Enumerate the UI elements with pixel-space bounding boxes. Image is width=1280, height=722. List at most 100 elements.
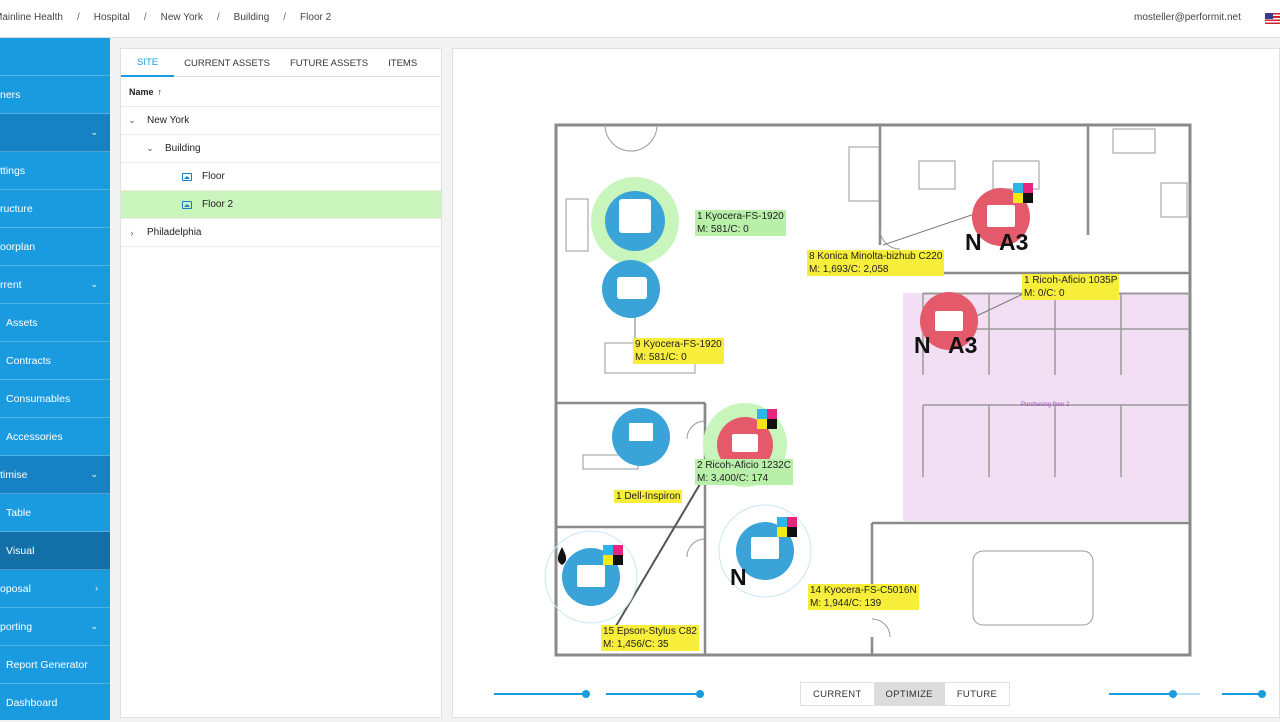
marker-a3: A3: [999, 229, 1029, 255]
slider-knob[interactable]: [1258, 690, 1266, 698]
sidebar-item-optimise[interactable]: timise ⌄: [0, 456, 110, 494]
device-label[interactable]: 2 Ricoh-Aficio 1232C M: 3,400/C: 174: [695, 459, 793, 485]
sidebar-item-group[interactable]: ⌄: [0, 114, 110, 152]
device-meta: M: 1,456/C: 35: [603, 639, 669, 650]
sidebar-item-partners[interactable]: ners: [0, 76, 110, 114]
sidebar-item-label: Dashboard: [6, 697, 58, 709]
sidebar-item-contracts[interactable]: Contracts: [0, 342, 110, 380]
chevron-down-icon: ⌄: [90, 469, 98, 479]
zone-label: Purchasing floor 2: [1021, 402, 1070, 408]
sidebar-item-assets[interactable]: Assets: [0, 304, 110, 342]
device-meta: M: 3,400/C: 174: [697, 473, 769, 484]
slider-knob[interactable]: [696, 690, 704, 698]
optimize-button[interactable]: OPTIMIZE: [873, 683, 945, 705]
us-flag-icon[interactable]: [1265, 13, 1280, 24]
sidebar-item-structure[interactable]: ructure: [0, 190, 110, 228]
breadcrumb-item-city[interactable]: New York: [161, 12, 203, 23]
tree-row-philadelphia[interactable]: › Philadelphia: [121, 219, 441, 247]
top-bar: Mainline Health / Hospital / New York / …: [0, 0, 1280, 38]
sidebar-item-current[interactable]: rrent ⌄: [0, 266, 110, 304]
sidebar-item-label: Consumables: [6, 392, 71, 405]
tab-items[interactable]: ITEMS: [378, 49, 427, 77]
sidebar-item-label: Report Generator: [6, 658, 88, 671]
slider-left-2[interactable]: [606, 690, 704, 698]
device-label[interactable]: 15 Epson-Stylus C82 M: 1,456/C: 35: [601, 625, 699, 651]
chevron-down-icon[interactable]: ⌄: [125, 115, 139, 126]
device-name: 2 Ricoh-Aficio 1232C: [697, 460, 791, 471]
tree-header-label: Name: [129, 86, 154, 97]
tree-row-label: New York: [147, 115, 190, 126]
site-panel: SITE CURRENT ASSETS FUTURE ASSETS ITEMS …: [120, 48, 442, 718]
device-name: 15 Epson-Stylus C82: [603, 626, 697, 637]
slider-right-2[interactable]: [1222, 690, 1266, 698]
sidebar-item-visual[interactable]: Visual: [0, 532, 110, 570]
device-name: 9 Kyocera-FS-1920: [635, 339, 722, 350]
tab-future-assets[interactable]: FUTURE ASSETS: [280, 49, 378, 77]
sidebar-item-label: ners: [0, 88, 21, 101]
tree-row-floor-2[interactable]: Floor 2: [121, 191, 441, 219]
slider-left-1[interactable]: [494, 690, 590, 698]
panel-tabs: SITE CURRENT ASSETS FUTURE ASSETS ITEMS: [121, 49, 441, 77]
sidebar-item-table[interactable]: Table: [0, 494, 110, 532]
slider-knob[interactable]: [1169, 690, 1178, 698]
device-meta: M: 581/C: 0: [635, 352, 687, 363]
sort-ascending-icon: ↑: [157, 86, 163, 97]
breadcrumb-separator: /: [76, 12, 80, 23]
slider-right-1[interactable]: [1109, 690, 1200, 698]
sidebar-item-settings[interactable]: ttings: [0, 152, 110, 190]
chevron-right-icon: ›: [95, 583, 98, 593]
tab-current-assets[interactable]: CURRENT ASSETS: [174, 49, 280, 77]
device-name: 1 Kyocera-FS-1920: [697, 211, 784, 222]
tab-site[interactable]: SITE: [121, 49, 175, 77]
future-button[interactable]: FUTURE: [945, 683, 1009, 705]
ink-drop-icon: [557, 547, 567, 565]
sidebar-item-floorplan[interactable]: oorplan: [0, 228, 110, 266]
breadcrumb-item-building[interactable]: Building: [234, 12, 270, 23]
tree-column-header[interactable]: Name ↑: [121, 77, 441, 107]
tree-row-new-york[interactable]: ⌄ New York: [121, 107, 441, 135]
sidebar-item-label: ttings: [0, 164, 26, 177]
sidebar-item-report-generator[interactable]: Report Generator: [0, 646, 110, 684]
device-label[interactable]: 1 Ricoh-Aficio 1035P M: 0/C: 0: [1022, 274, 1120, 300]
chevron-down-icon: ⌄: [90, 621, 98, 631]
sidebar: ners ⌄ ttings ructure oorplan rrent ⌄ Ass…: [0, 38, 110, 720]
sidebar-item-reporting[interactable]: porting ⌄: [0, 608, 110, 646]
device-label[interactable]: 14 Kyocera-FS-C5016N M: 1,944/C: 139: [808, 584, 919, 610]
sidebar-item-proposal[interactable]: oposal ›: [0, 570, 110, 608]
sidebar-item-label: Table: [6, 506, 32, 519]
breadcrumb: Mainline Health / Hospital / New York / …: [0, 12, 331, 23]
tree-row-floor[interactable]: Floor: [121, 163, 441, 191]
user-email[interactable]: mosteller@performit.net: [1134, 12, 1241, 23]
device-name: 14 Kyocera-FS-C5016N: [810, 585, 917, 596]
floorplan-drawing: Purchasing floor 2: [544, 123, 1192, 657]
sidebar-item-label: rrent: [0, 278, 22, 291]
chevron-right-icon[interactable]: ›: [125, 228, 139, 238]
breadcrumb-item-org[interactable]: Mainline Health: [0, 12, 63, 23]
sidebar-item-dashboard[interactable]: Dashboard: [0, 684, 110, 722]
breadcrumb-item-floor[interactable]: Floor 2: [300, 12, 331, 23]
tree-row-label: Philadelphia: [147, 227, 202, 238]
device-label[interactable]: 1 Kyocera-FS-1920 M: 581/C: 0: [695, 210, 786, 236]
current-button[interactable]: CURRENT: [801, 683, 874, 705]
device-label[interactable]: 1 Dell-Inspiron: [614, 490, 683, 503]
device-label[interactable]: 9 Kyocera-FS-1920 M: 581/C: 0: [633, 338, 724, 364]
tree-row-building[interactable]: ⌄ Building: [121, 135, 441, 163]
breadcrumb-item-hospital[interactable]: Hospital: [94, 12, 130, 23]
tree-row-label: Floor: [202, 171, 225, 182]
sidebar-item-consumables[interactable]: Consumables: [0, 380, 110, 418]
sidebar-item-label: Accessories: [6, 430, 63, 443]
floorplan-canvas[interactable]: Purchasing floor 2 1 Kyocera-FS-1920 M: …: [452, 48, 1280, 718]
chevron-down-icon[interactable]: ⌄: [143, 143, 157, 154]
slider-knob[interactable]: [582, 690, 590, 698]
tree-row-label: Floor 2: [202, 199, 234, 210]
sidebar-item-label: oposal: [0, 582, 31, 595]
sidebar-item-accessories[interactable]: Accessories: [0, 418, 110, 456]
device-meta: M: 0/C: 0: [1024, 288, 1065, 299]
device-label[interactable]: 8 Konica Minolta-bizhub C220 M: 1,693/C: …: [807, 250, 945, 276]
breadcrumb-separator: /: [216, 12, 220, 23]
tree-row-label: Building: [165, 143, 201, 154]
device-meta: M: 581/C: 0: [697, 224, 749, 235]
sidebar-item-label: ructure: [0, 202, 33, 215]
sidebar-item-label: Assets: [6, 316, 38, 329]
sidebar-item-top[interactable]: [0, 38, 110, 76]
